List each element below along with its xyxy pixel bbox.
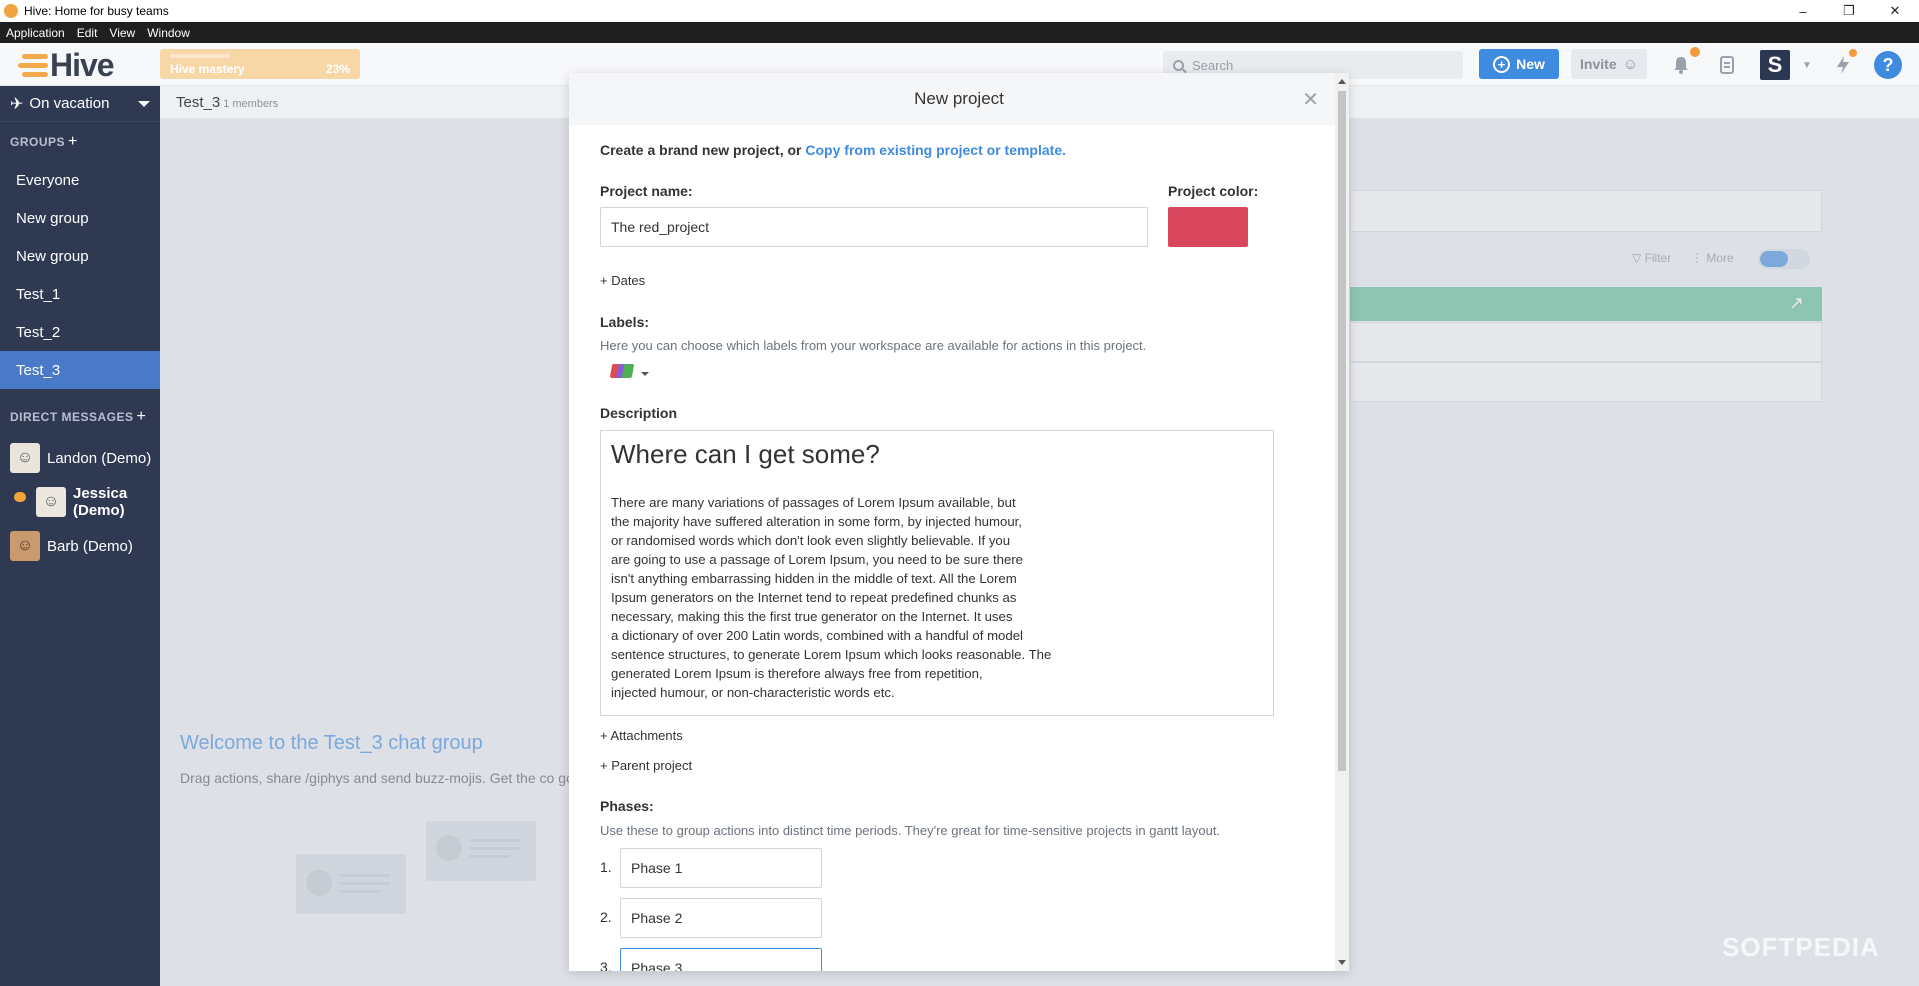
new-button[interactable]: + New bbox=[1479, 49, 1559, 79]
activity-dot bbox=[1849, 49, 1857, 57]
plus-circle-icon: + bbox=[1493, 55, 1511, 73]
parent-project-link[interactable]: + Parent project bbox=[600, 758, 692, 773]
description-body: There are many variations of passages of… bbox=[611, 495, 1052, 700]
hive-logo[interactable]: Hive bbox=[18, 47, 115, 84]
labels-icon[interactable] bbox=[609, 364, 635, 378]
phase-number: 1. bbox=[600, 859, 612, 875]
user-avatar[interactable]: S bbox=[1760, 50, 1790, 80]
notification-dot bbox=[1690, 47, 1700, 57]
phase-number: 2. bbox=[600, 909, 612, 925]
phase-3-input[interactable]: Phase 3 bbox=[620, 948, 822, 971]
close-window-button[interactable]: ✕ bbox=[1872, 0, 1918, 22]
attachments-link[interactable]: + Attachments bbox=[600, 728, 683, 743]
hive-mastery-bar[interactable]: Hive mastery 23% bbox=[160, 49, 360, 79]
dm-barb[interactable]: ☺ Barb (Demo) bbox=[0, 529, 160, 563]
groups-heading: GROUPS + bbox=[10, 133, 78, 150]
add-user-icon: ☺ bbox=[1622, 55, 1638, 73]
project-name-label: Project name: bbox=[600, 183, 693, 199]
new-project-modal: New project ✕ Create a brand new project… bbox=[569, 73, 1349, 971]
restore-button[interactable]: ❐ bbox=[1826, 0, 1872, 22]
menu-edit[interactable]: Edit bbox=[77, 26, 98, 40]
invite-button[interactable]: Invite ☺ bbox=[1571, 49, 1647, 79]
search-placeholder: Search bbox=[1192, 57, 1234, 73]
labels-hint: Here you can choose which labels from yo… bbox=[600, 338, 1147, 353]
new-button-label: New bbox=[1516, 56, 1545, 72]
mastery-progress-fill bbox=[170, 54, 230, 58]
status-label: On vacation bbox=[29, 95, 110, 112]
scrollbar-thumb[interactable] bbox=[1338, 91, 1346, 771]
chevron-down-icon bbox=[138, 101, 150, 107]
project-name-field[interactable]: The red_project bbox=[600, 207, 1148, 247]
modal-intro: Create a brand new project, or Copy from… bbox=[600, 142, 1066, 158]
menu-view[interactable]: View bbox=[109, 26, 135, 40]
menu-window[interactable]: Window bbox=[147, 26, 190, 40]
airplane-icon: ✈ bbox=[10, 95, 24, 113]
project-color-picker[interactable] bbox=[1168, 207, 1248, 247]
project-color-label: Project color: bbox=[1168, 183, 1259, 199]
add-dm-icon[interactable]: + bbox=[137, 408, 147, 425]
description-editor[interactable]: Where can I get some? There are many var… bbox=[600, 430, 1274, 716]
notes-icon[interactable] bbox=[1713, 51, 1741, 79]
mastery-percent: 23% bbox=[325, 62, 350, 76]
menu-application[interactable]: Application bbox=[6, 26, 65, 40]
breadcrumb: Test_3 1 members bbox=[176, 94, 279, 111]
copy-from-template-link[interactable]: Copy from existing project or template. bbox=[805, 142, 1066, 158]
phase-1-input[interactable]: Phase 1 bbox=[620, 848, 822, 888]
phases-hint: Use these to group actions into distinct… bbox=[600, 823, 1221, 838]
modal-header: New project bbox=[569, 73, 1349, 125]
member-count: 1 members bbox=[223, 98, 279, 110]
mastery-label: Hive mastery bbox=[170, 62, 245, 76]
avatar-dropdown-icon[interactable]: ▼ bbox=[1793, 51, 1821, 79]
avatar: ☺ bbox=[10, 531, 40, 561]
dates-link[interactable]: + Dates bbox=[600, 273, 645, 288]
invite-button-label: Invite bbox=[1580, 56, 1617, 72]
sidebar: ✈ On vacation GROUPS + Everyone New group… bbox=[0, 86, 160, 986]
softpedia-watermark: SOFTPEDIA bbox=[1722, 932, 1880, 962]
window-title: Hive: Home for busy teams bbox=[24, 4, 169, 18]
minimize-button[interactable]: – bbox=[1780, 0, 1826, 22]
hive-app-icon bbox=[4, 4, 18, 18]
labels-dropdown-icon[interactable] bbox=[641, 372, 649, 376]
description-label: Description bbox=[600, 405, 678, 421]
scroll-up-icon[interactable] bbox=[1338, 79, 1346, 84]
avatar: ☺ bbox=[10, 443, 40, 473]
status-selector[interactable]: ✈ On vacation bbox=[0, 86, 160, 122]
avatar: ☺ bbox=[36, 487, 66, 517]
modal-title: New project bbox=[914, 89, 1004, 108]
sidebar-item-new-group-2[interactable]: New group bbox=[0, 237, 160, 275]
dm-landon[interactable]: ☺ Landon (Demo) bbox=[0, 441, 160, 475]
labels-heading: Labels: bbox=[600, 314, 650, 330]
modal-scrollbar[interactable] bbox=[1335, 73, 1349, 971]
direct-messages-heading: DIRECT MESSAGES + bbox=[10, 408, 147, 425]
hive-logo-icon bbox=[18, 51, 48, 81]
description-heading: Where can I get some? bbox=[611, 439, 880, 469]
help-icon[interactable]: ? bbox=[1874, 51, 1902, 79]
dm-jessica[interactable]: ☺ Jessica (Demo) bbox=[0, 482, 160, 522]
add-group-icon[interactable]: + bbox=[68, 133, 78, 150]
phases-heading: Phases: bbox=[600, 798, 654, 814]
sidebar-item-test-1[interactable]: Test_1 bbox=[0, 275, 160, 313]
scroll-down-icon[interactable] bbox=[1338, 960, 1346, 965]
phase-2-input[interactable]: Phase 2 bbox=[620, 898, 822, 938]
menubar: Application Edit View Window bbox=[0, 22, 1919, 43]
sidebar-item-test-2[interactable]: Test_2 bbox=[0, 313, 160, 351]
search-icon bbox=[1173, 59, 1184, 71]
window-titlebar: Hive: Home for busy teams – ❐ ✕ bbox=[0, 0, 1919, 22]
close-icon[interactable]: ✕ bbox=[1302, 87, 1319, 112]
sidebar-item-test-3[interactable]: Test_3 bbox=[0, 351, 160, 389]
phase-number: 3. bbox=[600, 959, 612, 971]
sidebar-item-everyone[interactable]: Everyone bbox=[0, 161, 160, 199]
sidebar-item-new-group[interactable]: New group bbox=[0, 199, 160, 237]
hive-logo-text: Hive bbox=[50, 47, 115, 83]
